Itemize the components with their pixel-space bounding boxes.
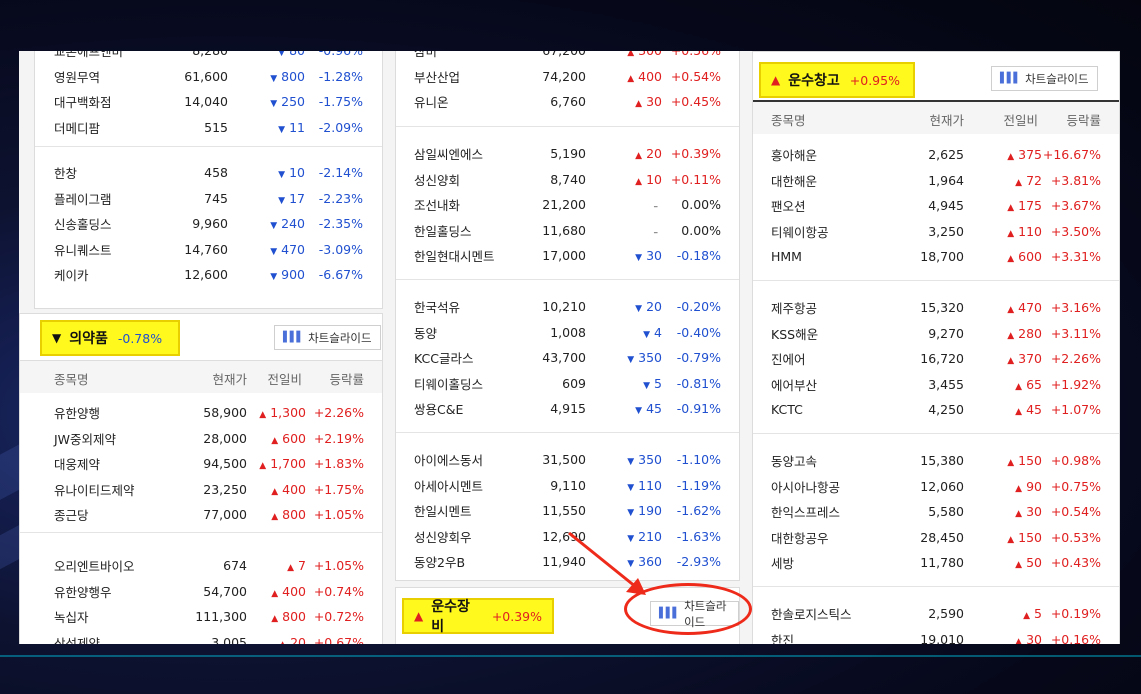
annotation-arrow	[568, 531, 646, 595]
annotation-circle	[624, 583, 752, 635]
arrow-shaft	[568, 531, 637, 589]
